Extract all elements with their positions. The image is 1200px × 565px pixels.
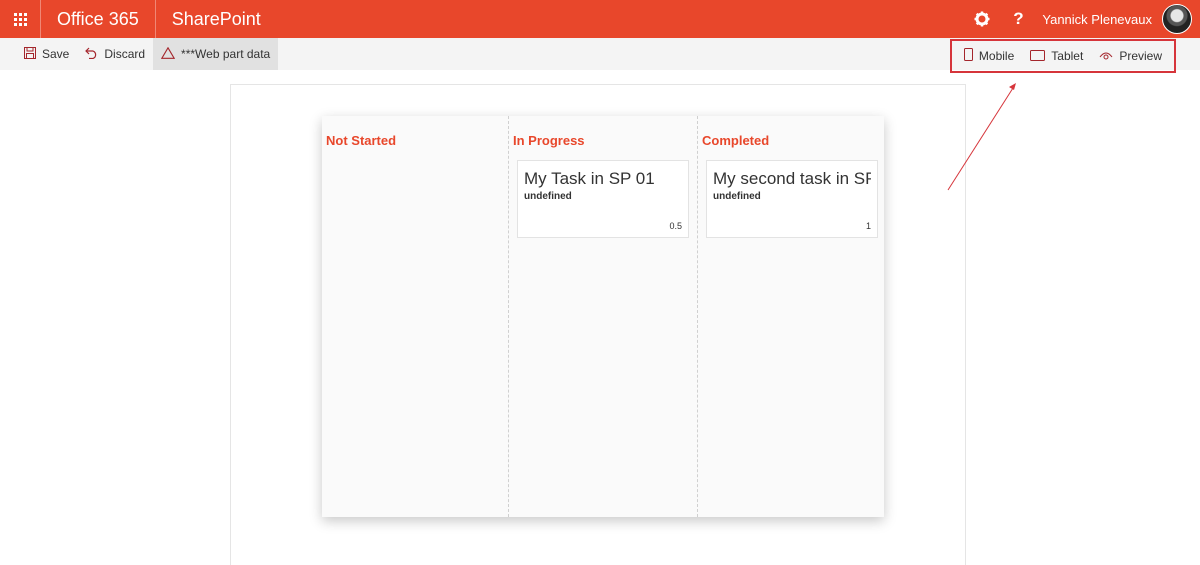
tablet-icon <box>1030 48 1046 64</box>
mobile-button[interactable]: Mobile <box>956 40 1022 72</box>
save-button[interactable]: Save <box>0 38 77 70</box>
discard-button[interactable]: Discard <box>77 38 153 70</box>
column-in-progress: In Progress My Task in SP 01 undefined 0… <box>508 116 697 517</box>
tablet-button[interactable]: Tablet <box>1022 40 1091 72</box>
kanban-board: Not Started In Progress My Task in SP 01… <box>322 116 884 517</box>
task-card[interactable]: My Task in SP 01 undefined 0.5 <box>517 160 689 238</box>
column-not-started: Not Started <box>322 116 508 517</box>
tablet-label: Tablet <box>1051 49 1084 63</box>
warning-icon <box>160 46 176 62</box>
task-subtitle: undefined <box>713 191 761 202</box>
task-subtitle: undefined <box>524 191 572 202</box>
task-card[interactable]: My second task in SP undefined 1 <box>706 160 878 238</box>
column-title: In Progress <box>513 133 585 148</box>
device-preview-group: Mobile Tablet Preview <box>949 39 1176 73</box>
save-label: Save <box>42 47 70 61</box>
mobile-label: Mobile <box>978 49 1015 63</box>
column-title: Completed <box>702 133 770 148</box>
undo-icon <box>85 46 98 62</box>
column-completed: Completed My second task in SP undefined… <box>697 116 884 517</box>
task-value: 1 <box>865 221 871 231</box>
gear-icon[interactable] <box>964 0 1000 38</box>
command-bar: Save Discard ***Web part data Mobile Tab… <box>0 38 1200 73</box>
webpart-data-button[interactable]: ***Web part data <box>153 38 279 70</box>
user-name[interactable]: Yannick Plenevaux <box>1036 12 1158 27</box>
office365-link[interactable]: Office 365 <box>41 0 156 38</box>
sharepoint-link[interactable]: SharePoint <box>156 9 277 30</box>
column-title: Not Started <box>326 133 397 148</box>
preview-button[interactable]: Preview <box>1091 40 1170 72</box>
avatar[interactable] <box>1162 4 1192 34</box>
task-title: My second task in SP <box>713 169 871 188</box>
eye-icon <box>1099 48 1113 64</box>
webpart-data-label: ***Web part data <box>181 47 271 61</box>
app-launcher-icon[interactable] <box>0 0 41 38</box>
mobile-icon <box>963 48 973 64</box>
suite-bar: Office 365 SharePoint ? Yannick Plenevau… <box>0 0 1200 38</box>
save-icon <box>24 46 36 62</box>
help-icon[interactable]: ? <box>1000 0 1036 38</box>
task-value: 0.5 <box>669 221 682 231</box>
preview-label: Preview <box>1119 49 1162 63</box>
discard-label: Discard <box>104 47 146 61</box>
task-title: My Task in SP 01 <box>524 169 655 188</box>
